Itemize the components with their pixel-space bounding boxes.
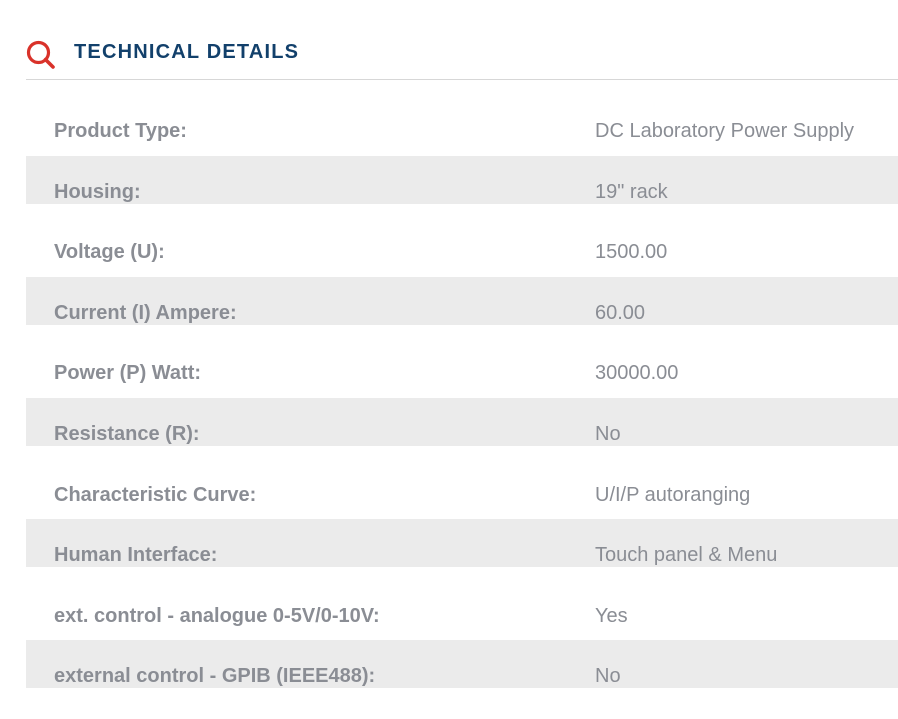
detail-value: No (595, 422, 621, 445)
table-row: Resistance (R): No (26, 392, 898, 453)
table-row: Product Type: DC Laboratory Power Supply (26, 89, 898, 150)
detail-value: 1500.00 (595, 241, 668, 264)
detail-label: Human Interface: (54, 544, 218, 567)
table-row: ext. control - analogue 0-5V/0-10V: Yes (26, 574, 898, 635)
section-header: TECHNICAL DETAILS (26, 0, 898, 80)
table-row: Voltage (U): 1500.00 (26, 210, 898, 271)
detail-label: Characteristic Curve: (54, 483, 257, 506)
technical-details-section: TECHNICAL DETAILS Product Type: DC Labor… (26, 0, 898, 689)
table-row: Current (I) Ampere: 60.00 (26, 271, 898, 332)
table-row: Human Interface: Touch panel & Menu (26, 513, 898, 574)
table-row: Power (P) Watt: 30000.00 (26, 331, 898, 392)
detail-label: Housing: (54, 180, 141, 203)
row-shade (26, 155, 898, 204)
detail-value: U/I/P autoranging (595, 483, 751, 506)
table-row: external control - GPIB (IEEE488): No (26, 634, 898, 695)
detail-label: Product Type: (54, 120, 187, 142)
detail-value: No (595, 665, 621, 688)
detail-label: ext. control - analogue 0-5V/0-10V: (54, 604, 380, 627)
table-row: Characteristic Curve: U/I/P autoranging (26, 453, 898, 514)
detail-value: 19" rack (595, 180, 668, 203)
detail-label: Voltage (U): (54, 241, 165, 264)
detail-label: Power (P) Watt: (54, 362, 202, 385)
detail-label: external control - GPIB (IEEE488): (54, 665, 376, 688)
detail-value: 60.00 (595, 301, 646, 324)
table-row: Housing: 19" rack (26, 150, 898, 211)
detail-value: Yes (595, 604, 628, 627)
details-table: Product Type: DC Laboratory Power Supply… (26, 89, 898, 695)
section-title: TECHNICAL DETAILS (74, 41, 300, 63)
search-icon (26, 40, 56, 70)
detail-value: 30000.00 (595, 362, 679, 385)
detail-label: Current (I) Ampere: (54, 301, 237, 324)
detail-value: DC Laboratory Power Supply (595, 120, 855, 142)
detail-label: Resistance (R): (54, 422, 200, 445)
detail-value: Touch panel & Menu (595, 544, 778, 567)
